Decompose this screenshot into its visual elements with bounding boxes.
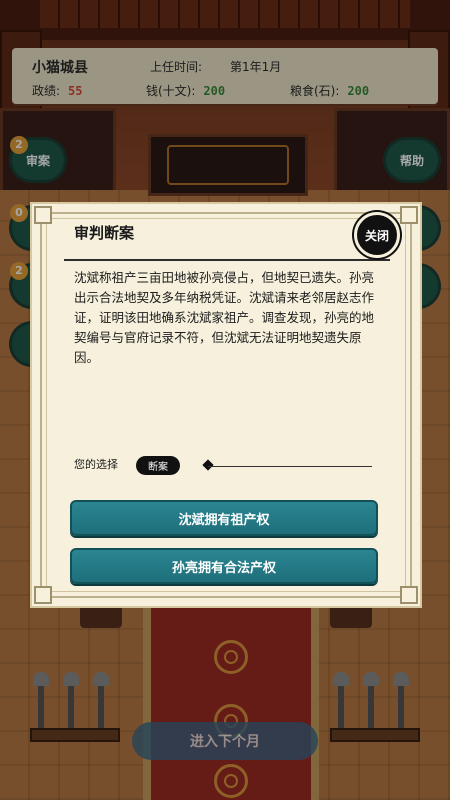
- close-button[interactable]: 关闭: [354, 212, 400, 258]
- case-description: 沈斌称祖产三亩田地被孙亮侵占，但地契已遗失。孙亮出示合法地契及多年纳税凭证。沈斌…: [74, 270, 375, 365]
- verdict-option-2[interactable]: 孙亮拥有合法产权: [70, 548, 378, 584]
- corner-ornament: [34, 206, 52, 224]
- title-divider: [64, 259, 390, 261]
- choice-label: 您的选择: [74, 458, 118, 471]
- trial-dialog: 审判断案 关闭 沈斌称祖产三亩田地被孙亮侵占，但地契已遗失。孙亮出示合法地契及多…: [30, 202, 422, 608]
- corner-ornament: [400, 586, 418, 604]
- verdict-option-1[interactable]: 沈斌拥有祖产权: [70, 500, 378, 536]
- corner-ornament: [34, 586, 52, 604]
- choice-tag: 断案: [136, 456, 180, 475]
- corner-ornament: [400, 206, 418, 224]
- choice-divider: [208, 466, 372, 467]
- dialog-title: 审判断案: [74, 224, 135, 242]
